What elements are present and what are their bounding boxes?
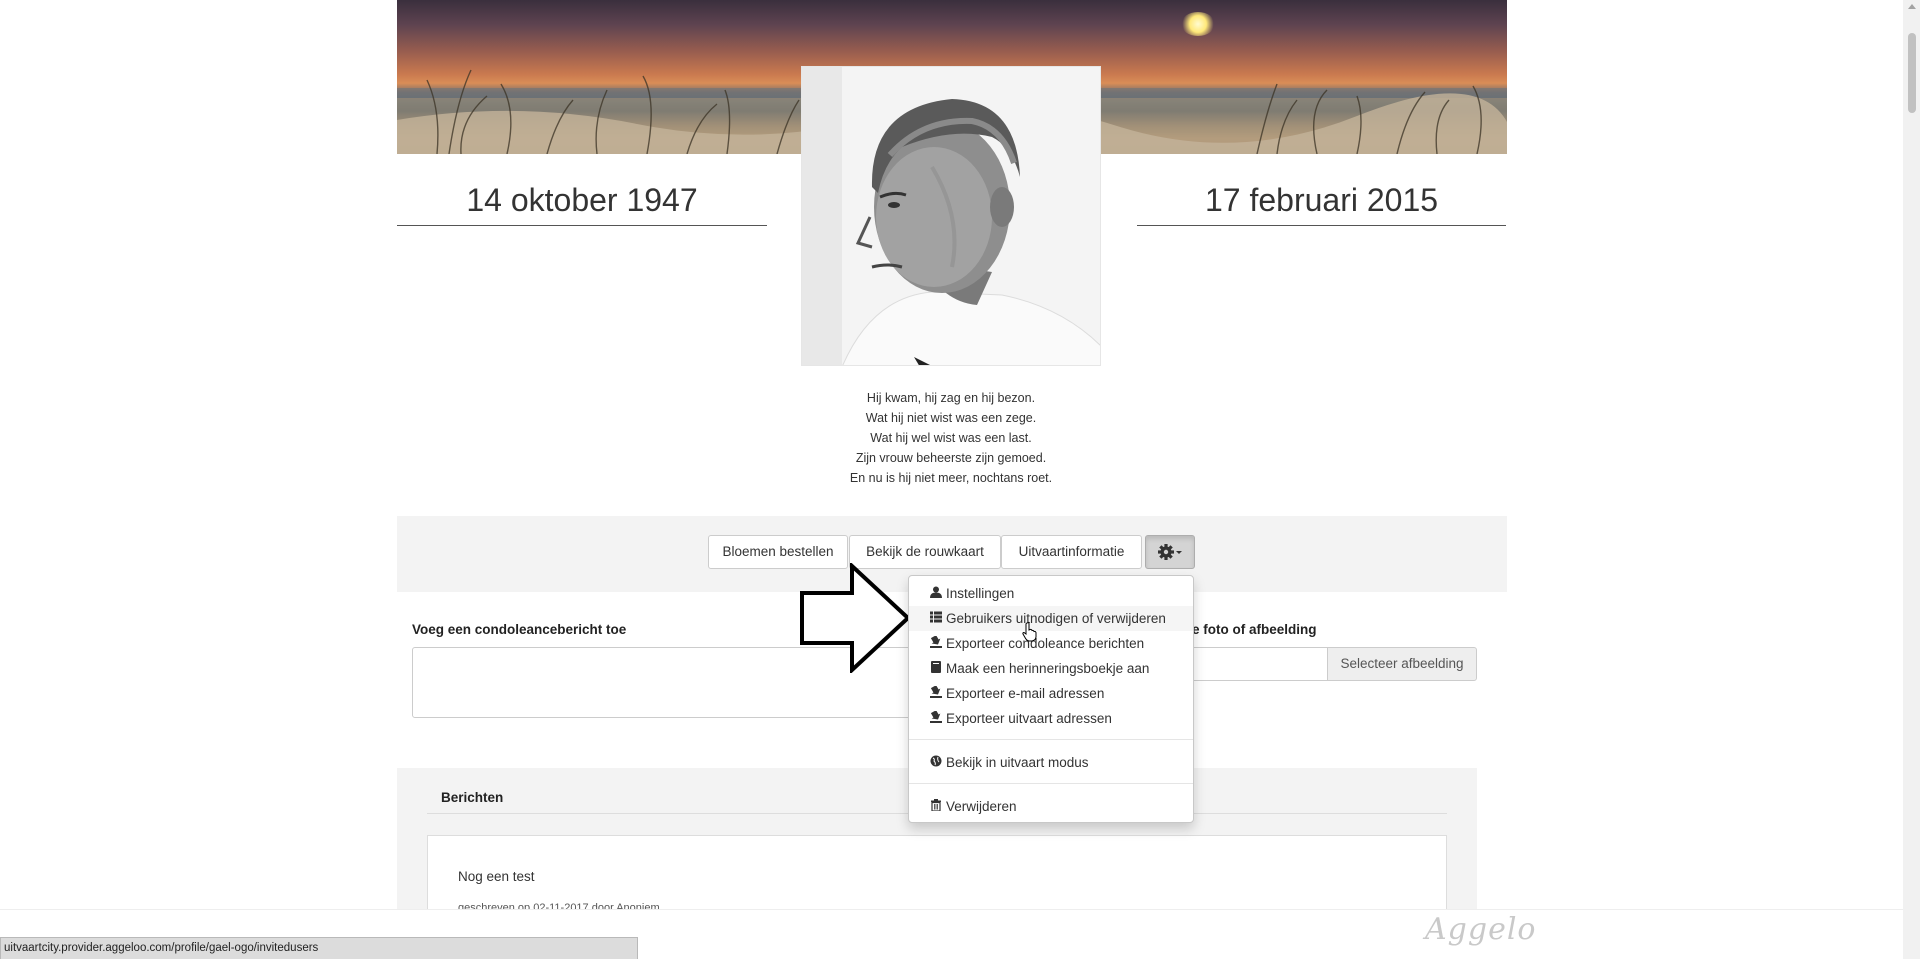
- menu-item-invite-users[interactable]: Gebruikers uitnodigen of verwijderen: [909, 606, 1193, 631]
- export-icon: [929, 707, 943, 732]
- menu-divider: [909, 739, 1193, 740]
- messages-title: Berichten: [441, 790, 504, 805]
- menu-item-export-addresses[interactable]: Exporteer uitvaart adressen: [909, 706, 1193, 731]
- scrollbar-thumb[interactable]: [1908, 33, 1916, 113]
- menu-item-settings[interactable]: Instellingen: [909, 581, 1193, 606]
- vertical-scrollbar[interactable]: [1903, 0, 1920, 959]
- globe-icon: [929, 751, 943, 776]
- poem-line: Wat hij wel wist was een last.: [870, 431, 1032, 445]
- birth-date: 14 oktober 1947: [397, 178, 767, 226]
- funeral-info-button[interactable]: Uitvaartinformatie: [1001, 535, 1142, 569]
- menu-item-label: Exporteer e-mail adressen: [946, 686, 1105, 701]
- pointer-arrow-graphic: [800, 563, 910, 673]
- death-date: 17 februari 2015: [1137, 178, 1506, 226]
- menu-item-label: Instellingen: [946, 586, 1015, 601]
- menu-item-label: Bekijk in uitvaart modus: [946, 755, 1089, 770]
- menu-item-label: Verwijderen: [946, 799, 1017, 814]
- menu-item-memory-book[interactable]: Maak een herinneringsboekje aan: [909, 656, 1193, 681]
- gear-icon: [1158, 544, 1182, 560]
- menu-item-label: Gebruikers uitnodigen of verwijderen: [946, 611, 1166, 626]
- message-title: Nog een test: [458, 869, 535, 884]
- condolence-label: Voeg een condoleancebericht toe: [412, 622, 627, 637]
- menu-item-delete[interactable]: Verwijderen: [909, 794, 1193, 819]
- poem-line: En nu is hij niet meer, nochtans roet.: [849, 471, 1053, 485]
- menu-item-label: Exporteer condoleance berichten: [946, 636, 1145, 651]
- poem-line: Zijn vrouw beheerste zijn gemoed.: [855, 451, 1047, 465]
- caret-down-icon: [1176, 551, 1182, 554]
- memorial-poem: Hij kwam, hij zag en hij bezon. Wat hij …: [801, 388, 1101, 488]
- export-icon: [929, 632, 943, 657]
- scroll-up-arrow-icon[interactable]: [1908, 4, 1916, 9]
- settings-dropdown-menu: Instellingen Gebruikers uitnodigen of ve…: [908, 575, 1194, 823]
- memorial-page: 14 oktober 1947 17 februari 2015 Hij kwa…: [0, 0, 1920, 959]
- menu-item-label: Maak een herinneringsboekje aan: [946, 661, 1150, 676]
- user-icon: [929, 582, 943, 607]
- select-image-button[interactable]: Selecteer afbeelding: [1327, 647, 1477, 681]
- menu-item-label: Exporteer uitvaart adressen: [946, 711, 1112, 726]
- photo-label: oie foto of afbeelding: [1180, 622, 1317, 637]
- export-icon: [929, 682, 943, 707]
- poem-line: Hij kwam, hij zag en hij bezon.: [866, 391, 1036, 405]
- menu-divider: [909, 783, 1193, 784]
- menu-item-export-emails[interactable]: Exporteer e-mail adressen: [909, 681, 1193, 706]
- hand-cursor-icon: [1022, 622, 1037, 642]
- browser-status-bar: uitvaartcity.provider.aggeloo.com/profil…: [0, 937, 638, 959]
- menu-item-funeral-mode[interactable]: Bekijk in uitvaart modus: [909, 750, 1193, 775]
- settings-dropdown-button[interactable]: [1145, 535, 1195, 569]
- footer-logo: Aggelo: [1425, 912, 1537, 947]
- book-icon: [929, 657, 943, 682]
- trash-icon: [929, 795, 943, 820]
- poem-line: Wat hij niet wist was een zege.: [865, 411, 1037, 425]
- portrait-photo: [801, 66, 1101, 366]
- menu-item-export-condolences[interactable]: Exporteer condoleance berichten: [909, 631, 1193, 656]
- list-icon: [929, 607, 943, 632]
